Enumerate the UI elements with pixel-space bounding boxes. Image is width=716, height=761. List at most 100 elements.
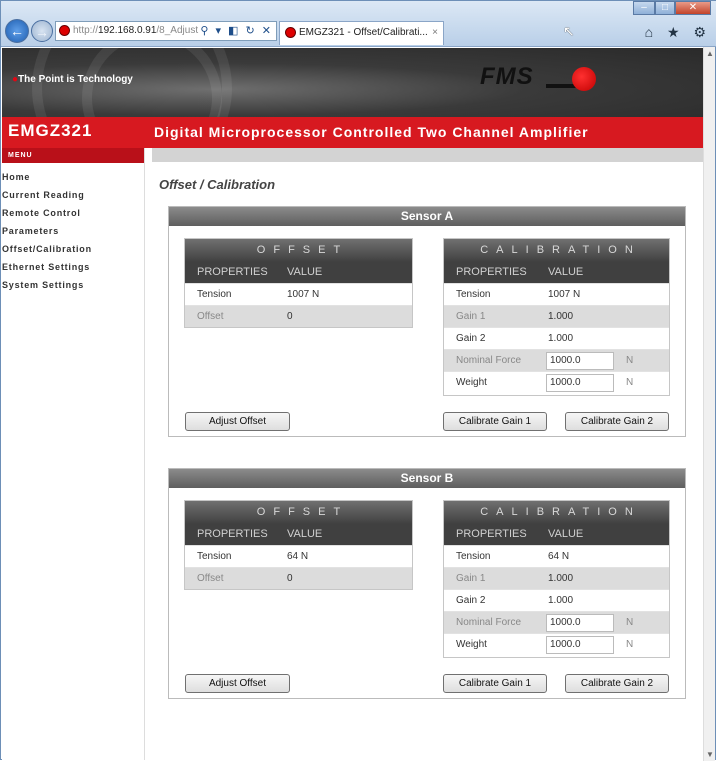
browser-tools[interactable]: ⌂ ★ ⚙ (645, 24, 711, 41)
sensor-b-panel: Sensor B OFFSET PROPERTIES VALUE Tension 6… (168, 468, 686, 699)
row-value: 1.000 (548, 573, 574, 584)
offset-table-header: PROPERTIES VALUE (185, 262, 412, 283)
header-banner: ●The Point is Technology FMS (2, 48, 704, 117)
maximize-icon[interactable]: □ (655, 1, 675, 15)
sidebar-item-remote-control[interactable]: Remote Control (2, 204, 144, 222)
sensor-a-title: Sensor A (169, 207, 685, 226)
sidebar-item-offset-calibration[interactable]: Offset/Calibration (2, 240, 144, 258)
row-label: Gain 1 (456, 311, 486, 322)
address-bar[interactable]: http://192.168.0.91/8_Adjust ⚲ ▾ ◧ ↻ ✕ (55, 21, 277, 41)
calibration-table-header: PROPERTIES VALUE (444, 262, 669, 283)
table-row: Gain 2 1.000 (444, 327, 669, 349)
browser-tab[interactable]: EMGZ321 - Offset/Calibrati... × (279, 21, 444, 45)
calibrate-gain-1-button[interactable]: Calibrate Gain 1 (443, 412, 547, 431)
adjust-offset-button[interactable]: Adjust Offset (185, 412, 290, 431)
sensor-b-calibration-table: CALIBRATION PROPERTIES VALUE Tension 64 N … (443, 500, 670, 658)
sensor-a-panel: Sensor A OFFSET PROPERTIES VALUE Tension 1… (168, 206, 686, 437)
sidebar-item-system-settings[interactable]: System Settings (2, 276, 144, 294)
unit-label: N (626, 639, 634, 650)
adjust-offset-button[interactable]: Adjust Offset (185, 674, 290, 693)
table-row: Weight 1000.0 N (444, 633, 669, 655)
mouse-cursor-icon: ↖ (563, 23, 575, 39)
logo-text: FMS (480, 63, 534, 90)
col-value: VALUE (287, 266, 323, 278)
content-top-bar (152, 148, 704, 162)
scroll-up-icon[interactable]: ▲ (706, 49, 714, 58)
page-viewport: ●The Point is Technology FMS EMGZ321 Dig… (2, 48, 704, 760)
sensor-a-offset-table: OFFSET PROPERTIES VALUE Tension 1007 N Off… (184, 238, 413, 328)
sidebar-item-current-reading[interactable]: Current Reading (2, 186, 144, 204)
row-value: 1.000 (548, 311, 574, 322)
address-url: http://192.168.0.91/8_Adjust (73, 25, 199, 36)
sensor-b-offset-table: OFFSET PROPERTIES VALUE Tension 64 N Offse… (184, 500, 413, 590)
browser-toolbar: ← → http://192.168.0.91/8_Adjust ⚲ ▾ ◧ ↻… (1, 1, 716, 47)
calibrate-gain-2-button[interactable]: Calibrate Gain 2 (565, 674, 669, 693)
table-row: Nominal Force 1000.0 N (444, 349, 669, 371)
fms-logo: FMS (480, 63, 605, 93)
table-row: Tension 64 N (185, 545, 412, 567)
weight-input[interactable]: 1000.0 (546, 374, 614, 392)
tagline: ●The Point is Technology (12, 74, 133, 85)
row-value: 1007 N (287, 289, 320, 300)
model-name: EMGZ321 (8, 121, 93, 140)
row-label: Nominal Force (456, 355, 522, 366)
fms-favicon-icon (59, 25, 70, 36)
title-bar: EMGZ321 Digital Microprocessor Controlle… (2, 117, 704, 148)
calibrate-gain-1-button[interactable]: Calibrate Gain 1 (443, 674, 547, 693)
scroll-down-icon[interactable]: ▼ (706, 750, 714, 759)
back-arrow-icon[interactable]: ← (5, 19, 29, 43)
offset-table-title: OFFSET (185, 501, 412, 524)
offset-table-title: OFFSET (185, 239, 412, 262)
table-row: Tension 1007 N (185, 283, 412, 305)
row-label: Gain 2 (456, 333, 486, 344)
tab-title: EMGZ321 - Offset/Calibrati... (299, 27, 428, 38)
sensor-b-title: Sensor B (169, 469, 685, 488)
calibration-table-title: CALIBRATION (444, 239, 669, 262)
col-properties: PROPERTIES (456, 528, 527, 540)
row-label: Tension (197, 551, 232, 562)
offset-table-header: PROPERTIES VALUE (185, 524, 412, 545)
row-label: Tension (456, 289, 491, 300)
unit-label: N (626, 355, 634, 366)
nominal-force-input[interactable]: 1000.0 (546, 614, 614, 632)
vertical-scrollbar[interactable]: ▲ ▼ (703, 47, 715, 761)
fms-favicon-icon (285, 27, 296, 38)
calibrate-gain-2-button[interactable]: Calibrate Gain 2 (565, 412, 669, 431)
col-value: VALUE (548, 266, 584, 278)
minimize-icon[interactable]: – (633, 1, 655, 15)
table-row: Gain 1 1.000 (444, 567, 669, 589)
row-value: 1007 N (548, 289, 581, 300)
table-row: Offset 0 (185, 305, 412, 327)
row-label: Tension (197, 289, 232, 300)
calibration-table-header: PROPERTIES VALUE (444, 524, 669, 545)
browser-window: ← → http://192.168.0.91/8_Adjust ⚲ ▾ ◧ ↻… (0, 0, 716, 761)
row-label: Nominal Force (456, 617, 522, 628)
sidebar-item-parameters[interactable]: Parameters (2, 222, 144, 240)
sidebar-item-home[interactable]: Home (2, 168, 144, 186)
address-controls[interactable]: ⚲ ▾ ◧ ↻ ✕ (200, 22, 273, 40)
table-row: Offset 0 (185, 567, 412, 589)
row-value: 1.000 (548, 333, 574, 344)
row-value: 0 (287, 573, 293, 584)
forward-arrow-icon[interactable]: → (31, 20, 53, 42)
row-label: Gain 2 (456, 595, 486, 606)
row-value: 64 N (287, 551, 309, 562)
close-window-icon[interactable]: ✕ (675, 1, 711, 15)
col-value: VALUE (548, 528, 584, 540)
unit-label: N (626, 377, 634, 388)
row-label: Offset (197, 311, 224, 322)
nominal-force-input[interactable]: 1000.0 (546, 352, 614, 370)
col-properties: PROPERTIES (197, 266, 268, 278)
weight-input[interactable]: 1000.0 (546, 636, 614, 654)
row-value: 1.000 (548, 595, 574, 606)
row-label: Offset (197, 573, 224, 584)
menu-title: MENU (2, 148, 144, 163)
sidebar-item-ethernet-settings[interactable]: Ethernet Settings (2, 258, 144, 276)
row-label: Gain 1 (456, 573, 486, 584)
table-row: Gain 1 1.000 (444, 305, 669, 327)
tab-close-icon[interactable]: × (432, 22, 438, 44)
main-content: Offset / Calibration Sensor A OFFSET PRO… (152, 148, 704, 760)
row-value: 64 N (548, 551, 570, 562)
logo-ball (572, 67, 596, 91)
col-properties: PROPERTIES (197, 528, 268, 540)
